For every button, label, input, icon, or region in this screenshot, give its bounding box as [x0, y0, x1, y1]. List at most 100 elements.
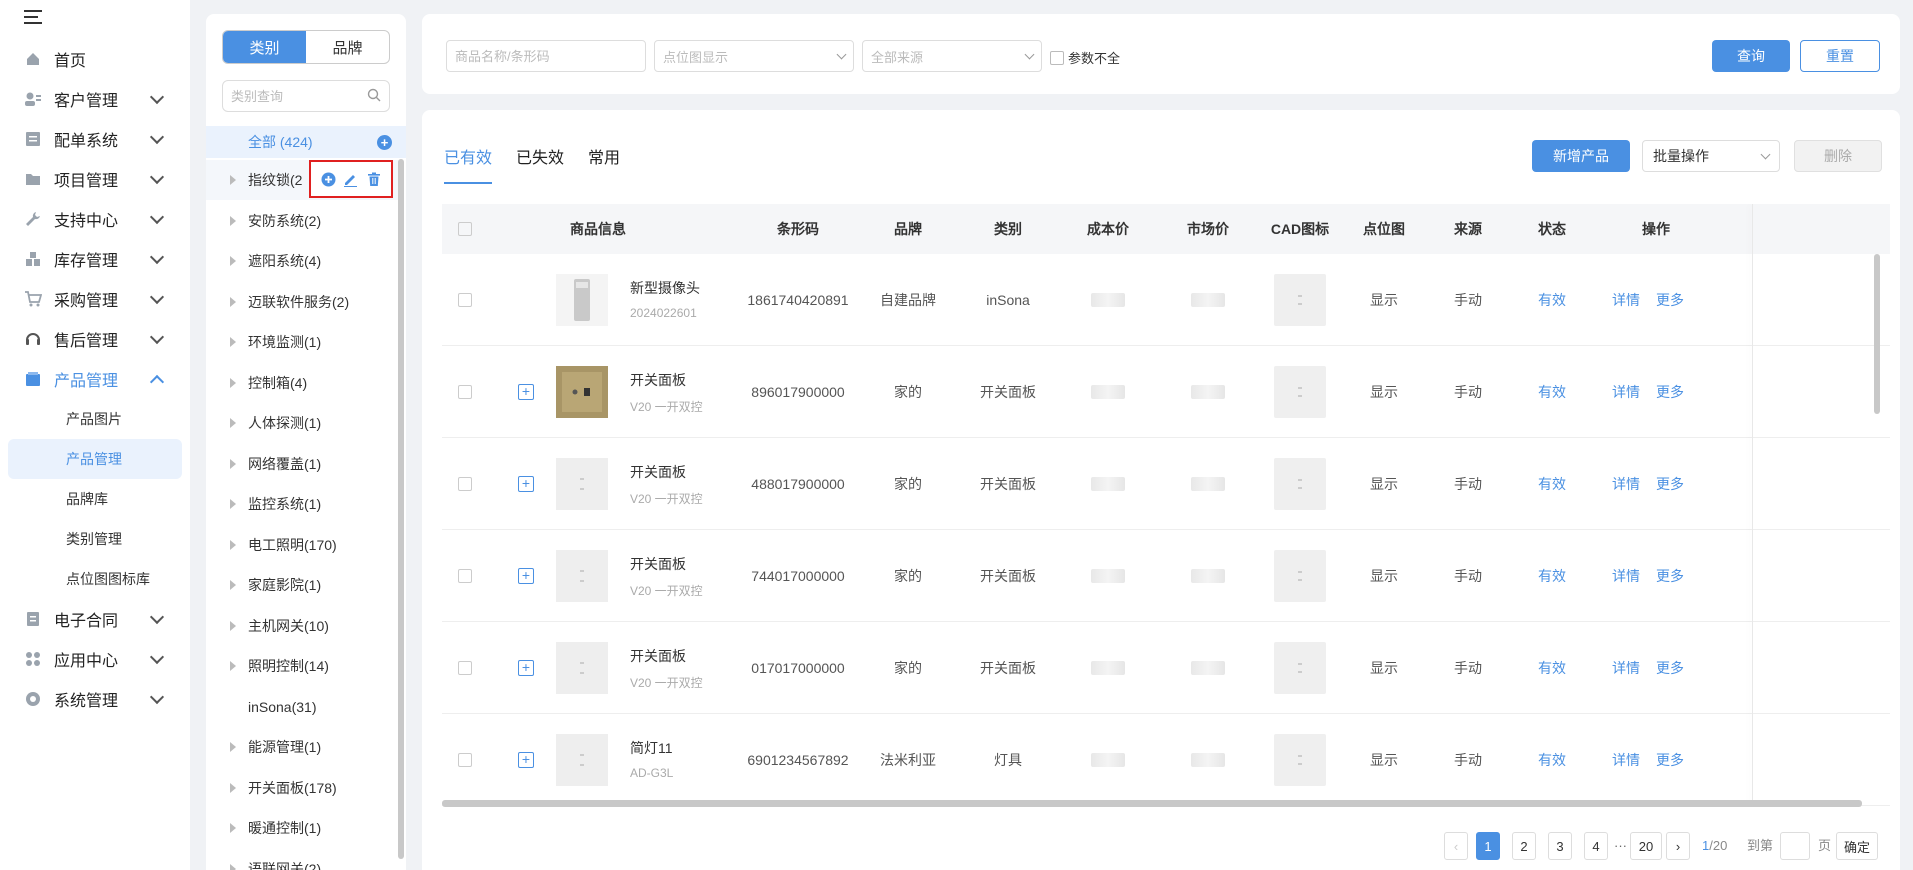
expand-arrow-icon[interactable] [230, 661, 236, 671]
batch-operation-select[interactable]: 批量操作 [1642, 140, 1780, 172]
source-select[interactable]: 全部来源 [862, 40, 1042, 72]
display-select[interactable]: 点位图显示 [654, 40, 854, 72]
page-ellipsis[interactable]: ··· [1614, 832, 1627, 860]
expand-arrow-icon[interactable] [230, 377, 236, 388]
page-20[interactable]: 20 [1630, 832, 1662, 860]
more-link[interactable]: 更多 [1648, 622, 1692, 714]
expand-arrow-icon[interactable] [230, 175, 236, 185]
category-item[interactable]: 能源管理(1) [206, 727, 402, 767]
category-item[interactable]: 监控系统(1) [206, 484, 402, 524]
status-cell[interactable]: 有效 [1510, 438, 1594, 530]
page-4[interactable]: 4 [1584, 832, 1608, 860]
expand-arrow-icon[interactable] [230, 256, 236, 266]
select-all-checkbox[interactable] [458, 222, 472, 236]
menu-collapse-icon[interactable] [24, 10, 46, 28]
nav-sub-icon-library[interactable]: 点位图图标库 [8, 559, 182, 599]
expand-arrow-icon[interactable] [230, 742, 236, 752]
seg-brand[interactable]: 品牌 [306, 31, 389, 63]
search-icon[interactable] [367, 88, 381, 105]
more-link[interactable]: 更多 [1648, 254, 1692, 346]
status-cell[interactable]: 有效 [1510, 346, 1594, 438]
page-1[interactable]: 1 [1476, 832, 1500, 860]
nav-item-system[interactable]: 系统管理 [0, 679, 190, 719]
category-item[interactable]: 家庭影院(1) [206, 565, 402, 605]
incomplete-params-filter[interactable]: 参数不全 [1050, 48, 1120, 67]
nav-item-inventory[interactable]: 库存管理 [0, 239, 190, 279]
category-item[interactable]: 语联网关(2) [206, 849, 402, 870]
category-item[interactable]: 安防系统(2) [206, 201, 402, 241]
expand-row-icon[interactable]: + [518, 476, 534, 492]
goto-page-input[interactable] [1780, 832, 1810, 860]
status-cell[interactable]: 有效 [1510, 622, 1594, 714]
category-item[interactable]: 开关面板(178) [206, 768, 402, 808]
expand-arrow-icon[interactable] [230, 620, 236, 631]
nav-item-contract[interactable]: 电子合同 [0, 599, 190, 639]
confirm-page-button[interactable]: 确定 [1836, 832, 1878, 860]
expand-arrow-icon[interactable] [230, 863, 236, 870]
page-2[interactable]: 2 [1512, 832, 1536, 860]
row-checkbox[interactable] [458, 569, 472, 583]
row-checkbox[interactable] [458, 661, 472, 675]
category-search-input[interactable] [231, 88, 367, 104]
category-item[interactable]: 网络覆盖(1) [206, 444, 402, 484]
more-link[interactable]: 更多 [1648, 714, 1692, 806]
category-item[interactable]: 暖通控制(1) [206, 808, 402, 848]
category-item[interactable]: 人体探测(1) [206, 403, 402, 443]
category-item[interactable]: 遮阳系统(4) [206, 241, 402, 281]
nav-sub-brand-library[interactable]: 品牌库 [8, 479, 182, 519]
category-item[interactable]: 照明控制(14) [206, 646, 402, 686]
row-checkbox[interactable] [458, 753, 472, 767]
next-page-button[interactable]: › [1666, 832, 1690, 860]
incomplete-params-checkbox[interactable] [1050, 50, 1064, 65]
category-item[interactable]: 主机网关(10) [206, 606, 402, 646]
status-cell[interactable]: 有效 [1510, 530, 1594, 622]
query-button[interactable]: 查询 [1712, 40, 1790, 72]
expand-arrow-icon[interactable] [230, 499, 236, 509]
row-checkbox[interactable] [458, 293, 472, 307]
nav-item-home[interactable]: 首页 [0, 39, 190, 79]
table-vertical-scrollbar[interactable] [1874, 254, 1880, 414]
nav-item-apps[interactable]: 应用中心 [0, 639, 190, 679]
detail-link[interactable]: 详情 [1604, 438, 1648, 530]
expand-arrow-icon[interactable] [230, 418, 236, 428]
nav-item-project[interactable]: 项目管理 [0, 159, 190, 199]
nav-item-purchase[interactable]: 采购管理 [0, 279, 190, 319]
add-subcategory-icon[interactable] [320, 171, 336, 187]
category-item[interactable]: inSona(31) [206, 687, 402, 727]
tab-valid[interactable]: 已有效 [444, 144, 493, 184]
add-product-button[interactable]: 新增产品 [1532, 140, 1630, 172]
reset-button[interactable]: 重置 [1800, 40, 1880, 72]
expand-row-icon[interactable]: + [518, 752, 534, 768]
expand-arrow-icon[interactable] [230, 580, 236, 590]
expand-row-icon[interactable]: + [518, 384, 534, 400]
nav-sub-product-images[interactable]: 产品图片 [8, 399, 182, 439]
add-category-icon[interactable]: + [377, 134, 392, 150]
nav-item-aftersales[interactable]: 售后管理 [0, 319, 190, 359]
expand-arrow-icon[interactable] [230, 296, 236, 307]
expand-arrow-icon[interactable] [230, 337, 236, 347]
more-link[interactable]: 更多 [1648, 346, 1692, 438]
more-link[interactable]: 更多 [1648, 438, 1692, 530]
page-3[interactable]: 3 [1548, 832, 1572, 860]
more-link[interactable]: 更多 [1648, 530, 1692, 622]
category-item[interactable]: 环境监测(1) [206, 322, 402, 362]
expand-row-icon[interactable]: + [518, 660, 534, 676]
tab-invalid[interactable]: 已失效 [516, 144, 564, 184]
category-scrollbar[interactable] [398, 159, 404, 859]
nav-item-order[interactable]: 配单系统 [0, 119, 190, 159]
detail-link[interactable]: 详情 [1604, 622, 1648, 714]
product-name-input[interactable] [455, 48, 637, 64]
detail-link[interactable]: 详情 [1604, 254, 1648, 346]
expand-row-icon[interactable]: + [518, 568, 534, 584]
category-item[interactable]: 控制箱(4) [206, 363, 402, 403]
status-cell[interactable]: 有效 [1510, 714, 1594, 806]
delete-button[interactable]: 删除 [1794, 140, 1882, 172]
nav-sub-product-manage[interactable]: 产品管理 [8, 439, 182, 479]
nav-item-customer[interactable]: 客户管理 [0, 79, 190, 119]
category-item[interactable]: 电工照明(170) [206, 525, 402, 565]
expand-arrow-icon[interactable] [230, 215, 236, 226]
detail-link[interactable]: 详情 [1604, 714, 1648, 806]
table-horizontal-scrollbar[interactable] [442, 800, 1862, 807]
nav-item-product[interactable]: 产品管理 [0, 359, 190, 399]
delete-icon[interactable] [366, 171, 382, 187]
